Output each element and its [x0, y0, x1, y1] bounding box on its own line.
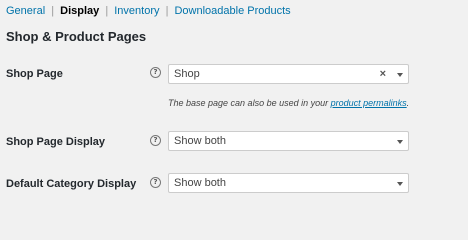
tab-downloadable-products[interactable]: Downloadable Products — [174, 5, 290, 17]
description-text: The base page can also be used in your — [168, 98, 331, 108]
shop-page-display-select[interactable]: Show both — [168, 131, 409, 151]
separator: | — [51, 5, 55, 17]
shop-page-value: Shop — [174, 68, 200, 80]
shop-page-select[interactable]: Shop × — [168, 64, 409, 84]
chevron-down-icon — [397, 182, 403, 186]
section-title: Shop & Product Pages — [6, 29, 147, 44]
shop-page-display-label: Shop Page Display — [6, 136, 106, 148]
shop-page-description: The base page can also be used in your p… — [168, 98, 409, 108]
chevron-down-icon — [397, 140, 403, 144]
default-category-display-label: Default Category Display — [6, 178, 137, 190]
description-suffix: . — [406, 98, 410, 108]
help-icon[interactable]: ? — [150, 177, 161, 188]
product-permalinks-link[interactable]: product permalinks — [331, 98, 407, 108]
shop-page-display-value: Show both — [174, 135, 226, 147]
default-category-display-select[interactable]: Show both — [168, 173, 409, 193]
help-icon[interactable]: ? — [150, 67, 161, 78]
tab-display[interactable]: Display — [60, 5, 99, 17]
default-category-display-value: Show both — [174, 177, 226, 189]
separator: | — [165, 5, 169, 17]
settings-page: General | Display | Inventory | Download… — [0, 0, 468, 207]
clear-icon[interactable]: × — [380, 65, 386, 83]
settings-subnav: General | Display | Inventory | Download… — [6, 4, 291, 18]
help-icon[interactable]: ? — [150, 135, 161, 146]
shop-page-label: Shop Page — [6, 68, 63, 80]
separator: | — [105, 5, 109, 17]
tab-general[interactable]: General — [6, 5, 45, 17]
tab-inventory[interactable]: Inventory — [114, 5, 159, 17]
chevron-down-icon — [397, 73, 403, 77]
